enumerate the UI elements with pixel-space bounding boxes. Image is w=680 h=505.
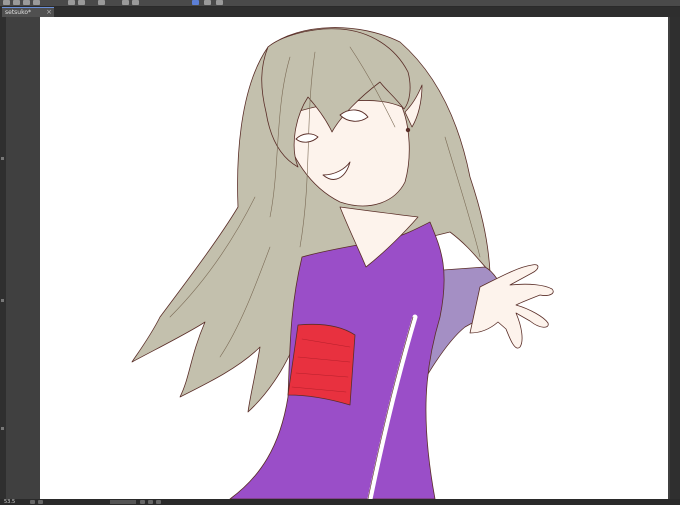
horizontal-scrollbar[interactable]	[110, 500, 136, 504]
rotate-right-icon[interactable]	[78, 0, 85, 5]
rotate-right-icon[interactable]	[148, 500, 153, 504]
close-icon[interactable]: ×	[46, 8, 52, 17]
save-icon[interactable]	[23, 0, 30, 5]
frame-icon[interactable]	[192, 0, 199, 5]
rotate-left-icon[interactable]	[68, 0, 75, 5]
rotate-left-icon[interactable]	[140, 500, 145, 504]
panel-handle-icon[interactable]	[1, 427, 4, 430]
panel-handle-icon[interactable]	[1, 157, 4, 160]
document-tab-title: setsuko*	[5, 9, 32, 16]
right-panel-strip	[670, 17, 680, 499]
panel-handle-icon[interactable]	[1, 299, 4, 302]
undo-icon[interactable]	[3, 0, 10, 5]
document-tab[interactable]: setsuko* ×	[2, 7, 54, 17]
obi-belt	[287, 323, 356, 406]
transform-icon[interactable]	[98, 0, 105, 5]
zoom-out-icon[interactable]	[30, 500, 35, 504]
artwork	[131, 27, 554, 499]
canvas-workspace[interactable]	[6, 17, 670, 499]
layer-icon[interactable]	[204, 0, 211, 5]
drawing-canvas[interactable]	[40, 17, 668, 499]
snap-icon[interactable]	[216, 0, 223, 5]
selection-icon[interactable]	[122, 0, 129, 5]
status-bar: 53.5	[0, 499, 680, 505]
flip-icon[interactable]	[156, 500, 161, 504]
document-tab-bar: setsuko* ×	[0, 7, 680, 17]
new-file-icon[interactable]	[33, 0, 40, 5]
zoom-level[interactable]: 53.5	[4, 499, 15, 505]
top-toolbar	[0, 0, 680, 7]
zoom-in-icon[interactable]	[38, 500, 43, 504]
fill-icon[interactable]	[132, 0, 139, 5]
redo-icon[interactable]	[13, 0, 20, 5]
